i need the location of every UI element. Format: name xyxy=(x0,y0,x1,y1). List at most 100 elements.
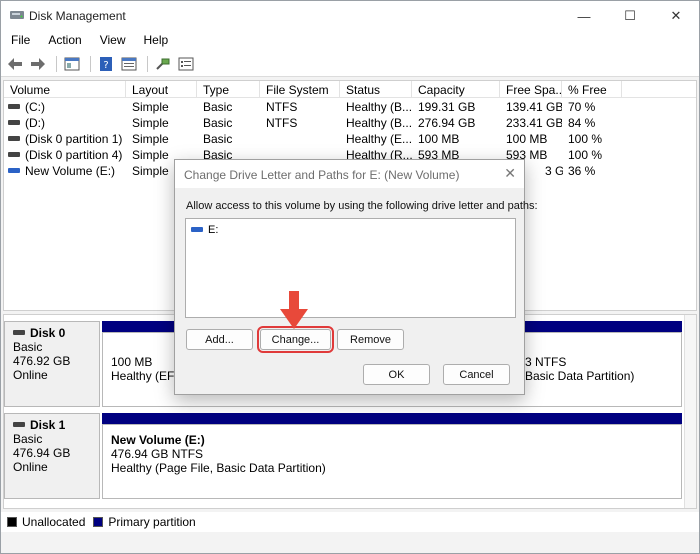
drive-icon xyxy=(191,226,203,232)
disk-management-icon xyxy=(10,11,24,19)
arrow-left-icon xyxy=(8,57,22,70)
volume-pct-free: 100 % xyxy=(568,148,603,162)
volume-name: (Disk 0 partition 4) xyxy=(25,148,123,162)
volume-free: 233.41 GB xyxy=(506,116,562,130)
volume-fs: NTFS xyxy=(266,100,298,114)
menu-action[interactable]: Action xyxy=(42,31,87,51)
close-button[interactable]: ✕ xyxy=(653,1,699,31)
dialog-description: Allow access to this volume by using the… xyxy=(186,200,538,212)
disk-size: 476.94 GB xyxy=(13,446,71,460)
forward-button[interactable] xyxy=(28,55,48,73)
volume-status: Healthy (E... xyxy=(346,132,412,146)
volume-name: (Disk 0 partition 1) xyxy=(25,132,123,146)
legend: Unallocated Primary partition xyxy=(1,512,699,532)
minimize-button[interactable]: — xyxy=(561,1,607,31)
volume-type: Basic xyxy=(203,116,233,130)
drive-paths-list[interactable]: E: xyxy=(185,218,516,318)
column-volume[interactable]: Volume xyxy=(4,81,126,98)
dialog-close-button[interactable]: ✕ xyxy=(504,165,516,182)
change-button[interactable]: Change... xyxy=(257,326,334,353)
list-item[interactable]: E: xyxy=(191,224,218,236)
partition-status: Basic Data Partition) xyxy=(525,369,635,383)
column-file-system[interactable]: File System xyxy=(260,81,340,98)
svg-text:?: ? xyxy=(103,60,108,71)
cancel-button[interactable]: Cancel xyxy=(443,364,510,385)
volume-free: 100 MB xyxy=(506,132,548,146)
column-type[interactable]: Type xyxy=(197,81,260,98)
partition-title: New Volume (E:) xyxy=(111,433,205,447)
disk-1-row: Disk 1 Basic 476.94 GB Online New Volume… xyxy=(4,413,684,499)
column-capacity[interactable]: Capacity xyxy=(412,81,500,98)
volume-status: Healthy (B... xyxy=(346,116,412,130)
volume-name: (C:) xyxy=(25,100,45,114)
volume-name: (D:) xyxy=(25,116,45,130)
column-status[interactable]: Status xyxy=(340,81,412,98)
disk-0-label[interactable]: Disk 0 Basic 476.92 GB Online xyxy=(4,321,100,407)
drive-icon xyxy=(8,120,20,126)
volume-pct-free: 84 % xyxy=(568,116,596,130)
volume-type: Basic xyxy=(203,132,233,146)
list-view-button[interactable] xyxy=(176,55,196,73)
table-row[interactable]: (C:) Simple Basic NTFS Healthy (B... 199… xyxy=(4,99,696,115)
column-free-space[interactable]: Free Spa... xyxy=(500,81,562,98)
window-title: Disk Management xyxy=(29,9,126,23)
connect-icon xyxy=(156,58,170,70)
volume-layout: Simple xyxy=(132,100,169,114)
disk-icon xyxy=(13,329,25,335)
connect-button[interactable] xyxy=(153,55,173,73)
partition-new-volume[interactable]: New Volume (E:) 476.94 GB NTFS Healthy (… xyxy=(107,431,330,477)
volume-status: Healthy (B... xyxy=(346,100,412,114)
toolbar: ? xyxy=(1,51,699,77)
dialog-title: Change Drive Letter and Paths for E: (Ne… xyxy=(184,168,460,182)
drive-icon xyxy=(8,104,20,110)
volume-free: 3 GB xyxy=(545,164,563,178)
partition-basic-data[interactable]: 3 NTFS Basic Data Partition) xyxy=(521,353,638,385)
list-view-icon xyxy=(178,57,194,70)
volume-pct-free: 36 % xyxy=(568,164,596,178)
primary-partition-swatch xyxy=(93,517,104,527)
partition-status: Healthy (Page File, Basic Data Partition… xyxy=(111,461,326,475)
show-hide-console-tree-button[interactable] xyxy=(62,55,82,73)
menu-view[interactable]: View xyxy=(94,31,132,51)
annotation-arrow-icon xyxy=(280,291,308,329)
volume-list-header: Volume Layout Type File System Status Ca… xyxy=(4,81,696,98)
table-row[interactable]: (D:) Simple Basic NTFS Healthy (B... 276… xyxy=(4,115,696,131)
remove-button[interactable]: Remove xyxy=(337,329,404,350)
back-button[interactable] xyxy=(5,55,25,73)
arrow-right-icon xyxy=(31,57,45,70)
legend-primary-partition: Primary partition xyxy=(108,515,196,529)
volume-name: New Volume (E:) xyxy=(25,164,116,178)
partition-size: 100 MB xyxy=(111,355,153,369)
add-button[interactable]: Add... xyxy=(186,329,253,350)
disk-name: Disk 0 xyxy=(30,326,66,340)
column-layout[interactable]: Layout xyxy=(126,81,197,98)
window-controls: — ☐ ✕ xyxy=(561,1,699,31)
volume-capacity: 199.31 GB xyxy=(418,100,476,114)
partition-efi[interactable]: 100 MB Healthy (EFI xyxy=(107,353,182,385)
graph-scrollbar[interactable] xyxy=(684,315,696,508)
drive-letter: E: xyxy=(208,224,219,236)
table-row[interactable]: (Disk 0 partition 1) Simple Basic Health… xyxy=(4,131,696,147)
maximize-button[interactable]: ☐ xyxy=(607,1,653,31)
partition-size: 3 NTFS xyxy=(525,355,567,369)
help-button[interactable]: ? xyxy=(96,55,116,73)
disk-type: Basic xyxy=(13,340,43,354)
column-percent-free[interactable]: % Free xyxy=(562,81,622,98)
title-bar: Disk Management — ☐ ✕ xyxy=(1,1,699,31)
volume-capacity: 100 MB xyxy=(418,132,460,146)
disk-1-label[interactable]: Disk 1 Basic 476.94 GB Online xyxy=(4,413,100,499)
disk-type: Basic xyxy=(13,432,43,446)
ok-button[interactable]: OK xyxy=(363,364,430,385)
volume-free: 139.41 GB xyxy=(506,100,562,114)
menu-file[interactable]: File xyxy=(5,31,36,51)
toolbar-separator xyxy=(90,55,91,72)
partition-size: 476.94 GB NTFS xyxy=(111,447,204,461)
drive-icon xyxy=(8,152,20,158)
disk-name: Disk 1 xyxy=(30,418,66,432)
volume-fs: NTFS xyxy=(266,116,298,130)
dialog-title-bar: Change Drive Letter and Paths for E: (Ne… xyxy=(175,160,524,188)
change-drive-letter-dialog: Change Drive Letter and Paths for E: (Ne… xyxy=(174,159,538,395)
volume-pct-free: 100 % xyxy=(568,132,603,146)
menu-help[interactable]: Help xyxy=(138,31,175,51)
properties-button[interactable] xyxy=(119,55,139,73)
